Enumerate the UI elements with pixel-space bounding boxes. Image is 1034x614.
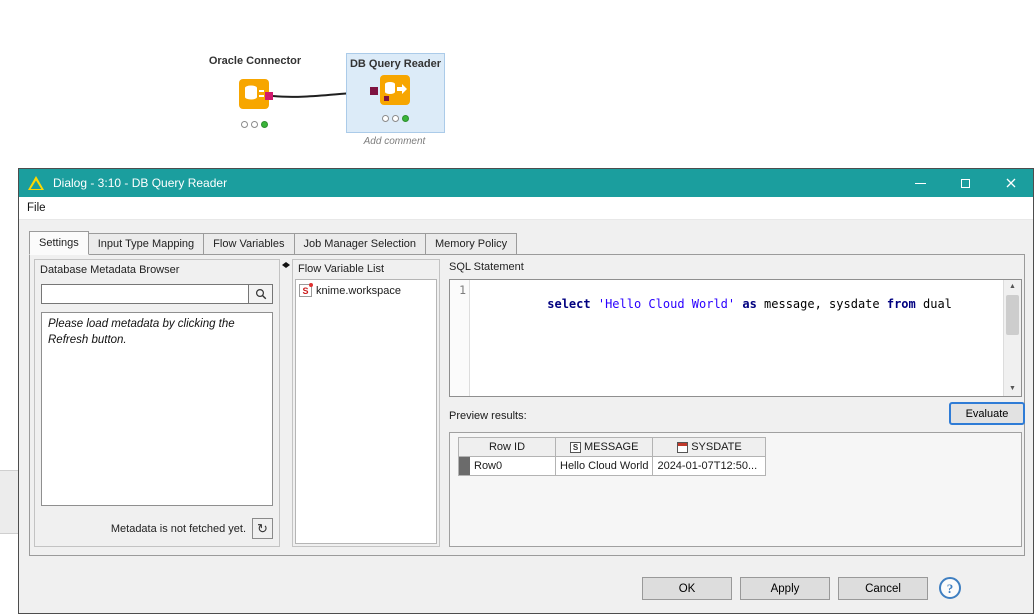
settings-tab-panel: Database Metadata Browser Please load me… [29, 254, 1025, 556]
row-selector[interactable] [459, 457, 470, 475]
flow-variable-list[interactable]: S knime.workspace [295, 279, 437, 544]
search-icon [255, 288, 267, 300]
cancel-button[interactable]: Cancel [838, 577, 928, 600]
query-reader-icon [380, 75, 410, 105]
node-label-db-query-reader: DB Query Reader [347, 54, 444, 70]
metadata-browser-title: Database Metadata Browser [40, 264, 179, 276]
column-header-sysdate[interactable]: SYSDATE [653, 438, 766, 457]
collapse-right-icon[interactable] [286, 262, 290, 268]
reader-input-port[interactable] [370, 87, 378, 95]
string-flow-variable-icon: S [299, 284, 312, 297]
ok-button[interactable]: OK [642, 577, 732, 600]
metadata-search-row [41, 284, 273, 304]
status-light-yellow [251, 121, 258, 128]
panel-splitter[interactable] [281, 259, 290, 547]
flow-variable-list-title: Flow Variable List [298, 263, 384, 275]
tab-settings[interactable]: Settings [29, 231, 89, 255]
column-header-rowid[interactable]: Row ID [459, 438, 556, 457]
tab-memory-policy[interactable]: Memory Policy [425, 233, 517, 255]
tab-strip: Settings Input Type Mapping Flow Variabl… [29, 233, 516, 255]
workflow-canvas[interactable]: Oracle Connector DB Query Reader [0, 0, 1034, 168]
minimize-button[interactable] [898, 169, 943, 197]
evaluate-button[interactable]: Evaluate [949, 402, 1025, 425]
status-light-green [402, 115, 409, 122]
row-id-cell[interactable]: Row0 [459, 457, 556, 476]
tab-job-manager-selection[interactable]: Job Manager Selection [294, 233, 427, 255]
preview-results-label: Preview results: [449, 410, 527, 422]
refresh-icon: ↻ [257, 521, 268, 536]
tab-input-type-mapping[interactable]: Input Type Mapping [88, 233, 204, 255]
minimize-icon [915, 183, 926, 184]
sql-code[interactable]: select 'Hello Cloud World' as message, s… [470, 280, 1003, 396]
sysdate-cell: 2024-01-07T12:50... [653, 457, 766, 476]
dialog-window: Dialog - 3:10 - DB Query Reader File Set… [18, 168, 1034, 614]
node-label-oracle-connector: Oracle Connector [196, 55, 314, 67]
help-button[interactable]: ? [939, 577, 961, 599]
search-button[interactable] [249, 284, 273, 304]
refresh-button[interactable]: ↻ [252, 518, 273, 539]
menu-bar: File [19, 197, 1033, 220]
knime-logo-icon [27, 175, 45, 191]
dialog-titlebar[interactable]: Dialog - 3:10 - DB Query Reader [19, 169, 1033, 197]
message-cell: Hello Cloud World [556, 457, 653, 476]
string-type-icon: S [570, 442, 581, 453]
metadata-empty-message: Please load metadata by clicking the Ref… [48, 317, 266, 348]
status-light-red [241, 121, 248, 128]
line-number-gutter: 1 [450, 280, 470, 396]
date-type-icon [677, 442, 688, 453]
sql-editor[interactable]: 1 select 'Hello Cloud World' as message,… [449, 279, 1022, 397]
line-number: 1 [459, 283, 466, 297]
add-comment-label[interactable]: Add comment [346, 136, 443, 147]
metadata-search-input[interactable] [41, 284, 249, 304]
connection-line [0, 0, 1034, 168]
status-light-green [261, 121, 268, 128]
flow-variable-name: knime.workspace [316, 285, 401, 297]
apply-button[interactable]: Apply [740, 577, 830, 600]
table-row[interactable]: Row0 Hello Cloud World 2024-01-07T12:50.… [459, 457, 766, 476]
status-light-red [382, 115, 389, 122]
metadata-footer: Metadata is not fetched yet. ↻ [41, 518, 273, 539]
menu-file[interactable]: File [19, 202, 54, 214]
column-header-message[interactable]: S MESSAGE [556, 438, 653, 457]
table-header-row: Row ID S MESSAGE [459, 438, 766, 457]
database-metadata-browser-panel: Database Metadata Browser Please load me… [34, 259, 280, 547]
scrollbar-thumb[interactable] [1006, 295, 1019, 335]
close-button[interactable] [988, 169, 1033, 197]
tab-flow-variables[interactable]: Flow Variables [203, 233, 294, 255]
maximize-icon [961, 179, 970, 188]
oracle-output-port[interactable] [265, 92, 273, 100]
oracle-status-lights [241, 121, 268, 128]
status-light-yellow [392, 115, 399, 122]
sql-editor-scrollbar[interactable]: ▲ ▼ [1003, 280, 1021, 396]
window-controls [898, 169, 1033, 197]
sql-statement-title: SQL Statement [449, 261, 524, 273]
dialog-title: Dialog - 3:10 - DB Query Reader [53, 176, 227, 190]
close-icon [1006, 178, 1016, 188]
metadata-tree-area[interactable]: Please load metadata by clicking the Ref… [41, 312, 273, 506]
flow-variable-list-panel: Flow Variable List S knime.workspace [292, 259, 440, 547]
scroll-up-icon[interactable]: ▲ [1004, 280, 1021, 294]
scroll-down-icon[interactable]: ▼ [1004, 382, 1021, 396]
maximize-button[interactable] [943, 169, 988, 197]
background-window-edge [0, 470, 18, 534]
preview-results-panel: Row ID S MESSAGE [449, 432, 1022, 547]
db-query-reader-node-icon[interactable] [380, 75, 410, 105]
metadata-status-text: Metadata is not fetched yet. [111, 523, 246, 535]
preview-table[interactable]: Row ID S MESSAGE [458, 437, 766, 476]
reader-status-lights [382, 115, 409, 122]
list-item-knime-workspace[interactable]: S knime.workspace [296, 280, 436, 301]
screen: Oracle Connector DB Query Reader [0, 0, 1034, 614]
